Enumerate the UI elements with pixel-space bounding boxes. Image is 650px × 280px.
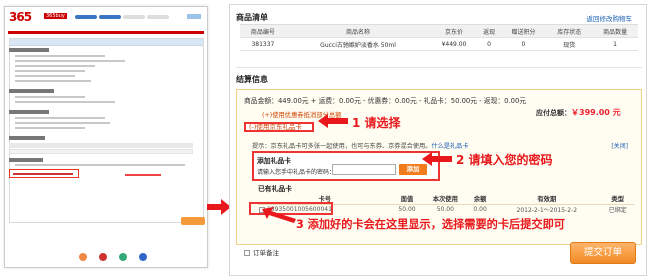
thumbnail-section	[9, 136, 45, 140]
checkout-panel: 商品清单 返回修改购物车 商品编号 商品名称 京东价 返现 赠送积分 库存状态 …	[229, 4, 647, 276]
product-points: 0	[500, 37, 547, 51]
annotation-step3: 3 添加好的卡会在这里显示，选择需要的卡后提交即可	[296, 218, 565, 231]
column-header: 本次使用	[422, 194, 469, 205]
thumbnail-section	[9, 89, 54, 93]
payable-total: 应付总额：￥399.00 元	[536, 107, 621, 118]
product-price: ¥449.00	[430, 37, 478, 51]
tutorial-image: 365 365buy 商品清单 返回修改购物车 商品编号 商品名称 京东价 返现…	[0, 0, 650, 280]
thumbnail-footer	[9, 253, 204, 263]
column-header: 有效期	[492, 194, 602, 205]
thumbnail-section	[9, 48, 49, 52]
cart-table: 商品编号 商品名称 京东价 返现 赠送积分 库存状态 商品数量 381337 G…	[240, 24, 638, 51]
column-header: 库存状态	[546, 24, 593, 38]
column-header: 面值	[391, 194, 423, 205]
giftcard-password-label: 请输入您手中礼品卡的密码：	[257, 169, 336, 176]
giftcard-tip-text: 提示：京东礼品卡可多张一起使用，也可与东券、京券混合使用。	[252, 143, 432, 150]
remark-label: 订单备注	[253, 249, 279, 257]
thumbnail-submit-button	[181, 217, 205, 225]
existing-cards-title: 已有礼品卡	[258, 185, 292, 193]
giftcard-help-link[interactable]: 什么是礼品卡	[431, 143, 468, 150]
section-divider	[236, 67, 642, 68]
column-header: 商品编号	[240, 24, 286, 38]
order-remark[interactable]: 订单备注	[244, 247, 279, 257]
giftcard-tip: 提示：京东礼品卡可多张一起使用，也可与东券、京券混合使用。什么是礼品卡	[252, 141, 469, 150]
column-header: 商品数量	[592, 24, 638, 38]
payable-label: 应付总额：	[536, 109, 571, 117]
page-thumbnail: 365 365buy	[4, 6, 208, 268]
left-arrow-icon	[422, 152, 452, 166]
site-logo: 365 365buy	[9, 10, 67, 24]
remark-checkbox[interactable]	[244, 250, 250, 256]
table-row: 381337 Gucci古驰嫉妒淡香水 50ml ¥449.00 0 0 现货 …	[240, 37, 638, 51]
close-giftcard-link[interactable]: [关闭]	[611, 141, 628, 150]
payable-amount: ￥399.00 元	[571, 108, 621, 117]
giftcard-balance: 0.00	[473, 206, 487, 214]
thumbnail-giftcard-highlight	[9, 169, 79, 178]
column-header: 赠送积分	[500, 24, 547, 38]
submit-order-button[interactable]: 提交订单	[570, 242, 636, 264]
column-header: 类型	[601, 194, 634, 205]
back-to-cart-link[interactable]: 返回修改购物车	[587, 13, 633, 23]
add-giftcard-box: 添加礼品卡 请输入您手中礼品卡的密码： 添加	[252, 151, 440, 181]
annotation-step2: 2 请填入您的密码	[456, 153, 553, 167]
giftcard-type: 已绑定	[608, 207, 627, 215]
product-name[interactable]: Gucci古驰嫉妒淡香水 50ml	[285, 37, 431, 51]
product-rebate: 0	[477, 37, 501, 51]
product-stock: 现货	[546, 37, 593, 51]
column-header: 京东价	[430, 24, 478, 38]
product-qty: 1	[592, 37, 638, 51]
thumbnail-cart-link	[187, 14, 201, 19]
cart-section-title: 商品清单	[236, 13, 268, 22]
add-giftcard-title: 添加礼品卡	[257, 157, 291, 165]
column-header: 商品名称	[285, 24, 431, 38]
product-id: 381337	[240, 37, 286, 51]
right-arrow-icon	[207, 199, 231, 215]
up-left-arrow-icon	[262, 207, 296, 223]
price-summary: 商品金额：449.00元 + 运费：0.00元 - 优惠券：0.00元 - 礼品…	[244, 97, 527, 105]
thumbnail-divider	[8, 31, 204, 34]
thumbnail-section	[9, 110, 49, 114]
annotation-step1: 1 请选择	[352, 116, 401, 130]
use-giftcard-link[interactable]: (-)使用京东礼品卡	[244, 122, 314, 132]
giftcard-use: 50.00	[436, 206, 454, 214]
thumbnail-section	[9, 158, 43, 162]
giftcard-valid: 2012-2-1～2015-2-2	[516, 207, 578, 215]
left-arrow-icon	[318, 114, 348, 128]
table-header-row: 商品编号 商品名称 京东价 返现 赠送积分 库存状态 商品数量	[240, 24, 638, 38]
giftcard-password-input[interactable]	[332, 164, 396, 175]
giftcard-face: 50.00	[398, 206, 416, 214]
progress-steps	[75, 15, 171, 19]
checkout-section-title: 结算信息	[236, 75, 268, 84]
column-header: 返现	[477, 24, 501, 38]
column-header: 余额	[468, 194, 493, 205]
